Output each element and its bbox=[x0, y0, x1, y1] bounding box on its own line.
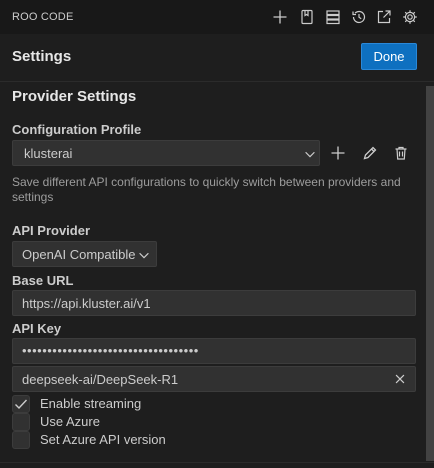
model-value: deepseek-ai/DeepSeek-R1 bbox=[22, 372, 179, 387]
checkmark-icon bbox=[15, 399, 28, 410]
api-provider-select[interactable]: OpenAI Compatible bbox=[12, 241, 157, 267]
page-title: Settings bbox=[12, 48, 72, 65]
scrollbar-thumb[interactable] bbox=[426, 86, 434, 461]
app-title: ROO CODE bbox=[12, 11, 74, 23]
checkbox-label: Enable streaming bbox=[40, 396, 142, 411]
config-profile-help: Save different API configurations to qui… bbox=[12, 175, 401, 204]
plus-icon[interactable] bbox=[270, 7, 290, 27]
header-divider bbox=[0, 81, 434, 82]
open-external-icon[interactable] bbox=[374, 7, 394, 27]
use-azure-checkbox[interactable] bbox=[12, 413, 30, 431]
api-key-input[interactable]: ••••••••••••••••••••••••••••••••••• bbox=[12, 338, 416, 364]
edit-pencil-icon[interactable] bbox=[360, 143, 380, 163]
checkbox-label: Set Azure API version bbox=[40, 432, 166, 447]
base-url-label: Base URL bbox=[12, 273, 74, 288]
roo-code-panel: ROO CODE Settings Done Provider Settings… bbox=[0, 0, 434, 468]
history-icon[interactable] bbox=[349, 7, 369, 27]
base-url-value: https://api.kluster.ai/v1 bbox=[22, 296, 151, 311]
chevron-down-icon bbox=[137, 248, 151, 262]
azure-api-version-checkbox[interactable] bbox=[12, 431, 30, 449]
enable-streaming-checkbox[interactable] bbox=[12, 395, 30, 413]
section-title: Provider Settings bbox=[12, 88, 137, 105]
checkbox-label: Use Azure bbox=[40, 414, 100, 429]
api-provider-value: OpenAI Compatible bbox=[22, 247, 136, 262]
chevron-down-icon bbox=[303, 147, 317, 161]
done-button[interactable]: Done bbox=[361, 43, 417, 70]
add-profile-icon[interactable] bbox=[328, 143, 348, 163]
server-stack-icon[interactable] bbox=[323, 7, 343, 27]
api-provider-label: API Provider bbox=[12, 223, 91, 238]
trash-icon[interactable] bbox=[391, 143, 411, 163]
config-profile-select[interactable]: klusterai bbox=[12, 140, 320, 166]
api-key-value: ••••••••••••••••••••••••••••••••••• bbox=[22, 343, 199, 358]
bottom-divider bbox=[0, 462, 434, 463]
model-input[interactable]: deepseek-ai/DeepSeek-R1 bbox=[12, 366, 416, 392]
gear-icon[interactable] bbox=[400, 7, 420, 27]
close-icon[interactable] bbox=[393, 372, 407, 386]
config-profile-label: Configuration Profile bbox=[12, 122, 142, 137]
history-book-icon[interactable] bbox=[297, 7, 317, 27]
panel-header: ROO CODE bbox=[0, 0, 434, 34]
config-profile-value: klusterai bbox=[24, 146, 73, 161]
api-key-label: API Key bbox=[12, 321, 62, 336]
base-url-input[interactable]: https://api.kluster.ai/v1 bbox=[12, 290, 416, 316]
